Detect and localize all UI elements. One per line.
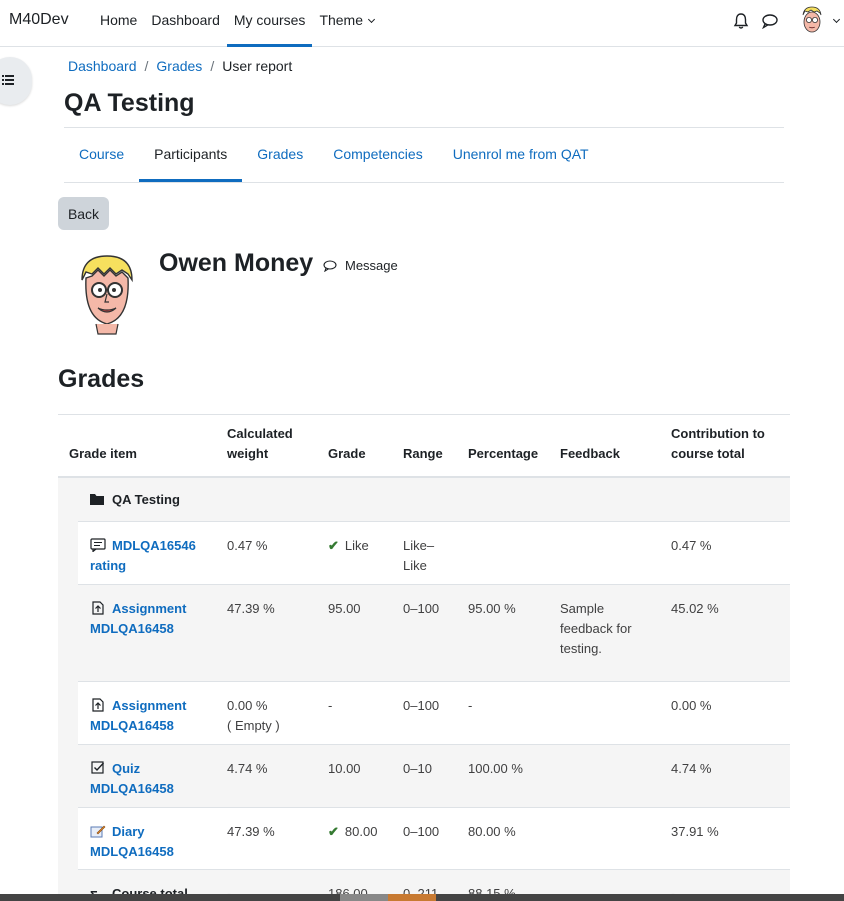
table-row: MDLQA16546 rating 0.47 % ✔ Like Like– Like … — [78, 521, 790, 584]
calculated-weight: 47.39 % — [227, 601, 275, 616]
grade-value: ✔ Like — [328, 536, 369, 556]
breadcrumb-current: User report — [222, 58, 293, 74]
tab-unenrol[interactable]: Unenrol me from QAT — [438, 128, 604, 182]
grade-item-link[interactable]: Diary MDLQA16458 — [90, 822, 220, 862]
table-row: Quiz MDLQA16458 4.74 % 10.00 0–10 100.00 … — [78, 744, 790, 807]
assignment-icon — [92, 601, 104, 615]
table-row: Assignment MDLQA16458 47.39 % 95.00 0–100… — [78, 584, 790, 681]
calculated-weight: 0.00 %( Empty ) — [227, 698, 280, 733]
contribution-value: 37.91 % — [671, 824, 719, 839]
calculated-weight: 4.74 % — [227, 761, 268, 776]
header-contribution: Contribution to course total — [671, 426, 765, 461]
contribution-value: 45.02 % — [671, 601, 719, 616]
list-icon — [2, 75, 14, 85]
tab-participants[interactable]: Participants — [139, 128, 243, 182]
assignment-icon — [92, 698, 104, 712]
nav-theme-label: Theme — [319, 12, 364, 28]
nav-my-courses[interactable]: My courses — [226, 0, 313, 47]
grades-heading: Grades — [58, 365, 145, 393]
contribution-value: 0.00 % — [671, 698, 712, 713]
chat-bubble-icon[interactable] — [761, 13, 779, 29]
page-title: QA Testing — [64, 89, 195, 117]
feedback-value: Sample feedback for testing. — [560, 601, 632, 656]
grade-value: - — [328, 698, 333, 713]
calculated-weight: 0.47 % — [227, 538, 268, 553]
course-index-toggle[interactable] — [0, 57, 32, 105]
percentage-value: 100.00 % — [468, 761, 523, 776]
grade-value: 95.00 — [328, 601, 361, 616]
breadcrumb: Dashboard / Grades / User report — [68, 58, 292, 74]
breadcrumb-dashboard[interactable]: Dashboard — [68, 58, 137, 74]
tab-course[interactable]: Course — [64, 128, 139, 182]
diary-icon — [90, 825, 106, 838]
folder-icon — [90, 494, 104, 505]
nav-dashboard[interactable]: Dashboard — [144, 0, 227, 47]
user-menu-chevron-icon[interactable] — [832, 15, 841, 24]
category-indent — [58, 478, 78, 901]
quiz-icon — [91, 761, 105, 774]
top-navbar: M40Dev Home Dashboard My courses Theme — [0, 0, 844, 47]
header-percentage: Percentage — [468, 446, 539, 461]
grade-item-link[interactable]: MDLQA16546 rating — [90, 536, 220, 576]
table-row: Assignment MDLQA16458 0.00 %( Empty ) - 0… — [78, 681, 790, 744]
tab-competencies[interactable]: Competencies — [318, 128, 438, 182]
range-value: 0–10 — [403, 761, 432, 776]
nav-theme[interactable]: Theme — [312, 0, 381, 47]
user-avatar[interactable] — [798, 5, 826, 37]
message-icon — [323, 259, 337, 272]
grade-value: ✔ 80.00 — [328, 822, 377, 842]
taskbar-segment — [388, 894, 436, 901]
breadcrumb-separator: / — [210, 58, 215, 74]
header-calculated-weight: Calculated weight — [227, 426, 293, 461]
calculated-weight: 47.39 % — [227, 824, 275, 839]
table-row: Diary MDLQA16458 47.39 % ✔ 80.00 0–100 80.… — [78, 807, 790, 869]
header-grade-item: Grade item — [69, 446, 137, 461]
user-grade-report-table: Grade item Calculated weight Grade Range … — [58, 414, 790, 478]
message-label: Message — [345, 258, 398, 273]
message-link[interactable]: Message — [323, 258, 398, 273]
grade-item-link[interactable]: Quiz MDLQA16458 — [90, 759, 220, 799]
category-label: QA Testing — [112, 492, 180, 507]
back-button[interactable]: Back — [58, 197, 109, 230]
percentage-value: 80.00 % — [468, 824, 516, 839]
category-row: QA Testing — [78, 478, 790, 522]
taskbar-segment — [340, 894, 388, 901]
grade-item-link[interactable]: Assignment MDLQA16458 — [90, 696, 220, 736]
forum-rating-icon — [90, 538, 106, 552]
breadcrumb-grades[interactable]: Grades — [156, 58, 202, 74]
bottom-taskbar — [0, 894, 844, 901]
check-icon: ✔ — [328, 538, 339, 553]
header-grade: Grade — [328, 446, 366, 461]
breadcrumb-separator: / — [144, 58, 149, 74]
percentage-value: - — [468, 698, 473, 713]
contribution-value: 0.47 % — [671, 538, 712, 553]
header-feedback: Feedback — [560, 446, 620, 461]
header-range: Range — [403, 446, 443, 461]
range-value: Like– Like — [403, 538, 435, 573]
range-value: 0–100 — [403, 601, 440, 616]
grade-item-link[interactable]: Assignment MDLQA16458 — [90, 599, 220, 639]
percentage-value: 95.00 % — [468, 601, 516, 616]
user-fullname: Owen Money — [159, 249, 314, 277]
contribution-value: 4.74 % — [671, 761, 712, 776]
range-value: 0–100 — [403, 698, 440, 713]
nav-home[interactable]: Home — [93, 0, 144, 47]
table-header: Grade item Calculated weight Grade Range … — [58, 414, 790, 478]
chevron-down-icon — [367, 15, 376, 24]
user-profile-picture[interactable] — [76, 252, 138, 336]
bell-icon[interactable] — [732, 12, 750, 30]
primary-navigation: Home Dashboard My courses Theme — [93, 0, 381, 47]
check-icon: ✔ — [328, 824, 339, 839]
tab-grades[interactable]: Grades — [242, 128, 318, 182]
site-brand[interactable]: M40Dev — [9, 11, 69, 29]
grade-value: 10.00 — [328, 761, 361, 776]
secondary-navigation: Course Participants Grades Competencies … — [64, 128, 784, 183]
range-value: 0–100 — [403, 824, 440, 839]
